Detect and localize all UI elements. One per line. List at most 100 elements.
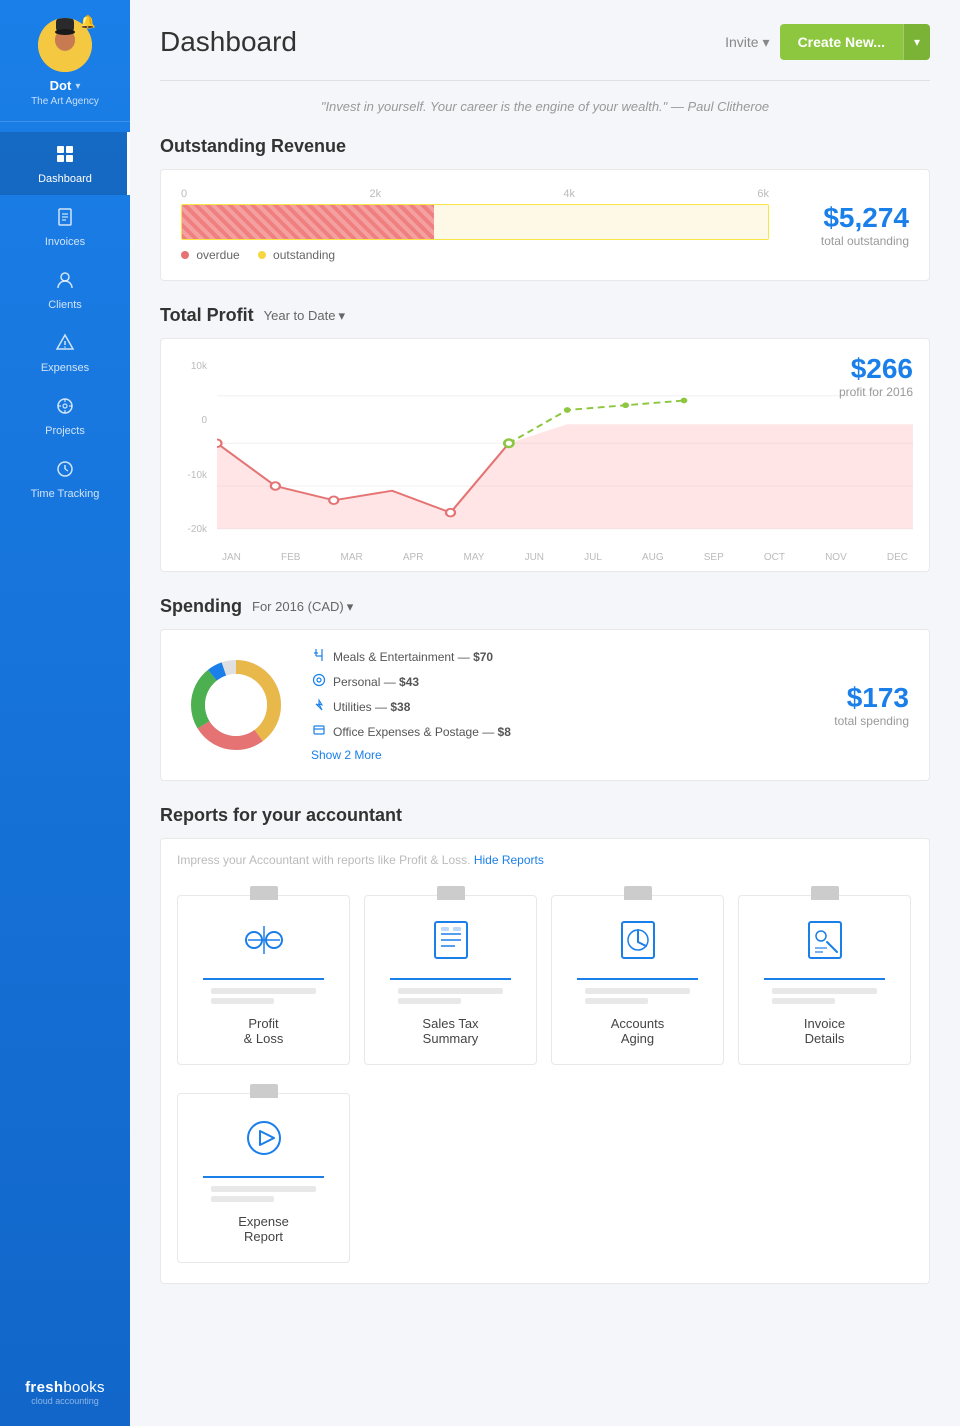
report-sales-tax[interactable]: Sales TaxSummary [364,895,537,1065]
revenue-chart-area: 0 2k 4k 6k overdue [181,188,769,262]
report-expense-report[interactable]: ExpenseReport [177,1093,350,1263]
create-new-button[interactable]: Create New... [780,24,903,60]
sidebar-item-time-tracking[interactable]: Time Tracking [0,447,130,510]
report-divider [203,1176,324,1178]
spending-donut-chart [181,650,291,760]
profit-total: $266 profit for 2016 [839,353,913,399]
spending-amount: $173 [799,682,909,714]
projects-icon [55,396,75,421]
invite-chevron-icon: ▾ [763,34,770,51]
create-new-group: Create New... ▾ [780,24,930,60]
accounts-aging-icon-wrap [610,912,666,968]
spending-item-office: Office Expenses & Postage — $8 [311,723,779,740]
report-clip [250,1084,278,1098]
reports-section: Reports for your accountant Impress your… [160,805,930,1284]
company-label: The Art Agency [31,96,99,107]
expense-report-icon-wrap [236,1110,292,1166]
hide-reports-link[interactable]: Hide Reports [474,853,544,867]
revenue-label: total outstanding [789,234,909,248]
report-invoice-details[interactable]: InvoiceDetails [738,895,911,1065]
report-accounts-aging[interactable]: AccountsAging [551,895,724,1065]
report-lines [211,988,317,1004]
spending-item-utilities: Utilities — $38 [311,698,779,715]
invite-button[interactable]: Invite ▾ [725,34,770,51]
report-line-1 [211,1186,317,1192]
spending-section-header: Spending For 2016 (CAD) ▾ [160,596,930,617]
show-more-spending-button[interactable]: Show 2 More [311,748,779,762]
profit-section-header: Total Profit Year to Date ▾ [160,305,930,326]
invoice-details-icon-wrap [797,912,853,968]
create-new-dropdown-button[interactable]: ▾ [903,24,930,60]
report-line-2 [211,1196,274,1202]
office-icon [311,723,327,740]
sidebar-item-dashboard[interactable]: Dashboard [0,132,130,195]
outstanding-revenue-title: Outstanding Revenue [160,136,930,157]
outstanding-revenue-section: Outstanding Revenue 0 2k 4k 6k [160,136,930,281]
header-actions: Invite ▾ Create New... ▾ [725,24,930,60]
report-profit-loss[interactable]: Profit& Loss [177,895,350,1065]
report-line-1 [398,988,504,994]
revenue-total: $5,274 total outstanding [789,202,909,248]
report-lines [211,1186,317,1202]
motivational-quote: "Invest in yourself. Your career is the … [160,99,930,114]
spending-chevron-icon: ▾ [347,599,354,615]
reports-card: Impress your Accountant with reports lik… [160,838,930,1284]
report-line-2 [772,998,835,1004]
report-line-2 [211,998,274,1004]
report-lines [585,988,691,1004]
personal-icon [311,673,327,690]
report-divider [390,978,511,980]
legend-overdue: overdue [181,248,240,262]
profit-chart: $266 profit for 2016 [217,353,913,563]
report-profit-loss-label: Profit& Loss [244,1016,284,1046]
report-divider [203,978,324,980]
header-divider [160,80,930,81]
outstanding-revenue-card: 0 2k 4k 6k overdue [160,169,930,281]
invoice-details-icon [801,916,849,964]
overdue-dot [181,251,189,259]
outstanding-dot [258,251,266,259]
sidebar-item-invoices[interactable]: Invoices [0,195,130,258]
notification-bell-icon[interactable]: 🔔 [80,14,96,30]
profit-period-button[interactable]: Year to Date ▾ [264,308,345,324]
spending-item-personal: Personal — $43 [311,673,779,690]
report-expense-report-label: ExpenseReport [238,1214,289,1244]
sidebar-nav: Dashboard Invoices Clients [0,132,130,510]
spending-label: total spending [799,714,909,728]
time-tracking-icon [55,459,75,484]
main-content: Dashboard Invite ▾ Create New... ▾ "Inve… [130,0,960,1426]
report-clip [811,886,839,900]
logo-subtitle: cloud accounting [25,1396,105,1406]
username-label: Dot [50,78,72,93]
time-tracking-nav-label: Time Tracking [31,488,100,500]
report-divider [577,978,698,980]
report-clip [437,886,465,900]
sidebar-item-projects[interactable]: Projects [0,384,130,447]
profit-title: Total Profit [160,305,254,326]
page-title: Dashboard [160,26,297,58]
spending-section: Spending For 2016 (CAD) ▾ [160,596,930,781]
profit-period-label: profit for 2016 [839,385,913,399]
profit-card: 10k 0 -10k -20k $266 profit for 2016 [160,338,930,572]
revenue-axis-labels: 0 2k 4k 6k [181,188,769,200]
report-sales-tax-label: Sales TaxSummary [422,1016,478,1046]
sidebar-item-clients[interactable]: Clients [0,258,130,321]
reports-grid: Profit& Loss [177,881,913,1263]
sidebar-item-expenses[interactable]: Expenses [0,321,130,384]
sidebar: 🔔 Dot ▾ The Art Agency Dashboard [0,0,130,1426]
user-dropdown-icon[interactable]: ▾ [75,81,80,92]
report-line-1 [585,988,691,994]
avatar-wrap: 🔔 [38,18,92,72]
page-header: Dashboard Invite ▾ Create New... ▾ [160,24,930,60]
invoices-icon [55,207,75,232]
spending-legend: Meals & Entertainment — $70 Personal — $… [311,648,779,762]
revenue-legend: overdue outstanding [181,248,769,262]
projects-nav-label: Projects [45,425,85,437]
overdue-bar [182,205,434,239]
report-invoice-details-label: InvoiceDetails [804,1016,845,1046]
spending-title: Spending [160,596,242,617]
spending-period-button[interactable]: For 2016 (CAD) ▾ [252,599,353,615]
invoices-nav-label: Invoices [45,236,85,248]
meals-icon [311,648,327,665]
revenue-amount: $5,274 [789,202,909,234]
